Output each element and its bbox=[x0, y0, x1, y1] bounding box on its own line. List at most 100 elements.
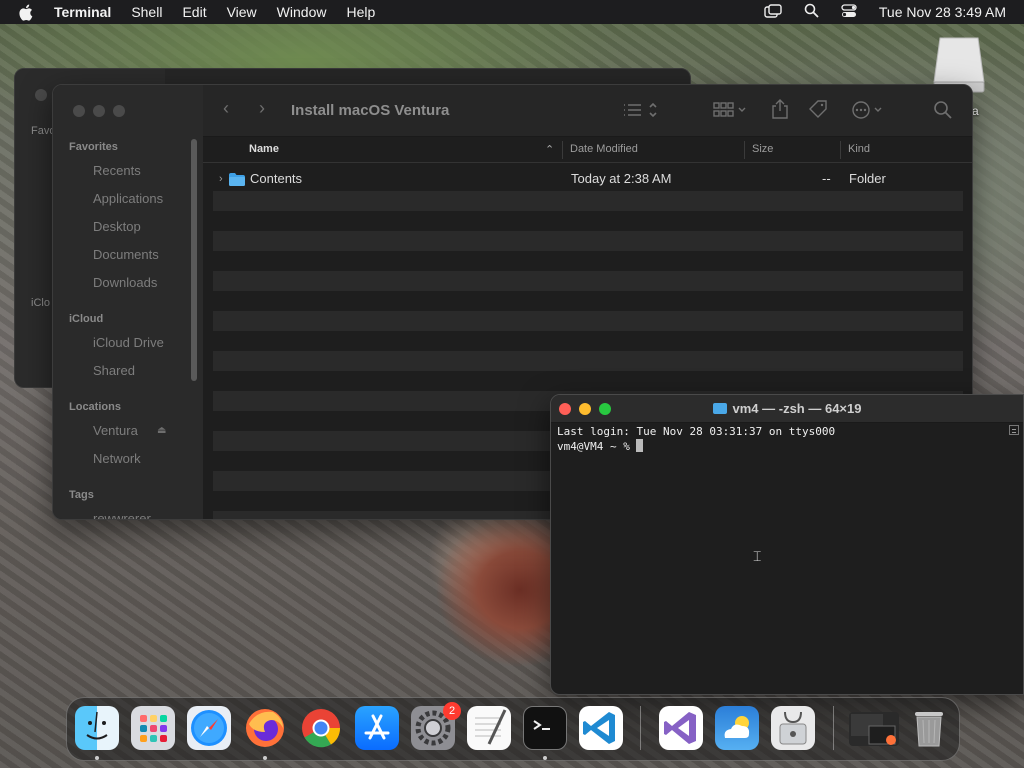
sidebar-item-desktop[interactable]: Desktop bbox=[93, 219, 141, 234]
sidebar-item-documents[interactable]: Documents bbox=[93, 247, 159, 262]
sidebar-section-locations: Locations bbox=[69, 401, 121, 413]
close-button[interactable] bbox=[73, 105, 85, 117]
empty-row bbox=[213, 231, 963, 251]
sidebar-item-applications[interactable]: Applications bbox=[93, 191, 163, 206]
search-icon[interactable] bbox=[933, 100, 953, 125]
empty-row bbox=[213, 351, 963, 371]
safari-icon[interactable] bbox=[187, 706, 231, 750]
terminal-scroll-marker-icon[interactable] bbox=[1009, 425, 1019, 435]
forward-chevron-icon[interactable]: › bbox=[259, 98, 265, 119]
minimize-button[interactable] bbox=[93, 105, 105, 117]
window-thumbnail-icon[interactable] bbox=[849, 712, 899, 746]
menu-edit[interactable]: Edit bbox=[182, 4, 206, 20]
running-indicator bbox=[95, 756, 99, 760]
window-close-button[interactable] bbox=[35, 89, 47, 101]
column-header-size[interactable]: Size bbox=[752, 143, 773, 155]
running-indicator bbox=[543, 756, 547, 760]
share-icon[interactable] bbox=[771, 99, 789, 124]
screen-mirroring-icon[interactable] bbox=[764, 3, 782, 21]
drive-label: a bbox=[972, 104, 979, 118]
empty-row bbox=[213, 191, 963, 211]
menu-clock[interactable]: Tue Nov 28 3:49 AM bbox=[879, 4, 1006, 20]
finder-icon[interactable] bbox=[75, 706, 119, 750]
finder-sidebar: Favorites Recents Applications Desktop D… bbox=[53, 85, 203, 519]
apple-menu-icon[interactable] bbox=[18, 3, 36, 21]
vscode-icon[interactable] bbox=[579, 706, 623, 750]
weather-icon[interactable] bbox=[715, 706, 759, 750]
eject-icon[interactable]: ⏏ bbox=[157, 425, 166, 436]
column-divider[interactable] bbox=[840, 141, 841, 159]
menu-bar: Terminal Shell Edit View Window Help Tue… bbox=[0, 0, 1024, 24]
sidebar-item-ventura[interactable]: Ventura bbox=[93, 423, 138, 438]
firefox-icon[interactable] bbox=[243, 706, 287, 750]
notification-badge: 2 bbox=[443, 702, 461, 720]
background-icloud-label: iClo bbox=[31, 297, 50, 309]
ibeam-cursor-icon: ⌶ bbox=[753, 548, 762, 564]
empty-row bbox=[213, 371, 963, 391]
terminal-output[interactable]: Last login: Tue Nov 28 03:31:37 on ttys0… bbox=[557, 425, 835, 454]
column-header-name[interactable]: Name bbox=[249, 143, 279, 155]
tag-icon[interactable] bbox=[808, 99, 828, 124]
terminal-window[interactable]: vm4 — -zsh — 64×19 Last login: Tue Nov 2… bbox=[550, 394, 1024, 695]
table-row[interactable]: › Contents Today at 2:38 AM -- Folder bbox=[213, 167, 963, 191]
empty-row bbox=[213, 311, 963, 331]
sidebar-item-icloud-drive[interactable]: iCloud Drive bbox=[93, 335, 164, 350]
app-store-icon[interactable] bbox=[355, 706, 399, 750]
launchpad-icon[interactable] bbox=[131, 706, 175, 750]
trash-icon[interactable] bbox=[907, 706, 951, 750]
file-name: Contents bbox=[250, 171, 303, 186]
visual-studio-icon[interactable] bbox=[659, 706, 703, 750]
chrome-icon[interactable] bbox=[299, 706, 343, 750]
terminal-prompt-line: vm4@VM4 ~ % bbox=[557, 439, 835, 454]
column-divider[interactable] bbox=[562, 141, 563, 159]
spotlight-search-icon[interactable] bbox=[804, 3, 819, 21]
finder-toolbar: ‹ › Install macOS Ventura bbox=[203, 85, 972, 137]
menu-help[interactable]: Help bbox=[346, 4, 375, 20]
group-by-icon[interactable] bbox=[713, 101, 749, 124]
file-kind: Folder bbox=[849, 171, 886, 186]
textedit-icon[interactable] bbox=[467, 706, 511, 750]
more-actions-icon[interactable] bbox=[851, 100, 887, 125]
terminal-icon[interactable] bbox=[523, 706, 567, 750]
background-window-controls bbox=[35, 89, 47, 101]
sidebar-item-recents[interactable]: Recents bbox=[93, 163, 141, 178]
terminal-title-text: vm4 — -zsh — 64×19 bbox=[732, 401, 862, 416]
dock: 2 bbox=[66, 697, 960, 761]
empty-row bbox=[213, 291, 963, 311]
menu-view[interactable]: View bbox=[227, 4, 257, 20]
folder-icon bbox=[229, 173, 245, 189]
empty-row bbox=[213, 331, 963, 351]
sidebar-item-downloads[interactable]: Downloads bbox=[93, 275, 157, 290]
column-divider[interactable] bbox=[744, 141, 745, 159]
terminal-prompt: vm4@VM4 ~ % bbox=[557, 440, 637, 453]
zoom-button[interactable] bbox=[113, 105, 125, 117]
sidebar-item-network[interactable]: Network bbox=[93, 451, 141, 466]
dock-separator bbox=[640, 706, 641, 750]
list-view-icon[interactable] bbox=[623, 101, 661, 124]
menu-window[interactable]: Window bbox=[277, 4, 327, 20]
sidebar-scrollbar[interactable] bbox=[191, 139, 197, 381]
disclosure-chevron-icon[interactable]: › bbox=[219, 173, 223, 185]
column-headers: Name ⌃ Date Modified Size Kind bbox=[203, 137, 972, 163]
empty-row bbox=[213, 271, 963, 291]
dock-separator bbox=[833, 706, 834, 750]
control-center-icon[interactable] bbox=[841, 3, 857, 21]
menu-shell[interactable]: Shell bbox=[131, 4, 162, 20]
sidebar-item-shared[interactable]: Shared bbox=[93, 363, 135, 378]
file-size: -- bbox=[822, 171, 831, 186]
empty-row bbox=[213, 251, 963, 271]
empty-row bbox=[213, 211, 963, 231]
system-settings-icon[interactable]: 2 bbox=[411, 702, 461, 750]
folder-icon bbox=[712, 403, 727, 414]
sort-ascending-icon[interactable]: ⌃ bbox=[545, 143, 554, 156]
disk-utility-icon[interactable] bbox=[771, 706, 815, 750]
sidebar-item-tag[interactable]: rewwrerer bbox=[93, 511, 151, 519]
sidebar-section-favorites: Favorites bbox=[69, 141, 118, 153]
menu-app-terminal[interactable]: Terminal bbox=[54, 4, 111, 20]
terminal-line: Last login: Tue Nov 28 03:31:37 on ttys0… bbox=[557, 425, 836, 438]
column-header-date-modified[interactable]: Date Modified bbox=[570, 143, 638, 155]
back-chevron-icon[interactable]: ‹ bbox=[223, 98, 229, 119]
running-indicator bbox=[263, 756, 267, 760]
terminal-titlebar[interactable]: vm4 — -zsh — 64×19 bbox=[551, 395, 1023, 423]
column-header-kind[interactable]: Kind bbox=[848, 143, 870, 155]
